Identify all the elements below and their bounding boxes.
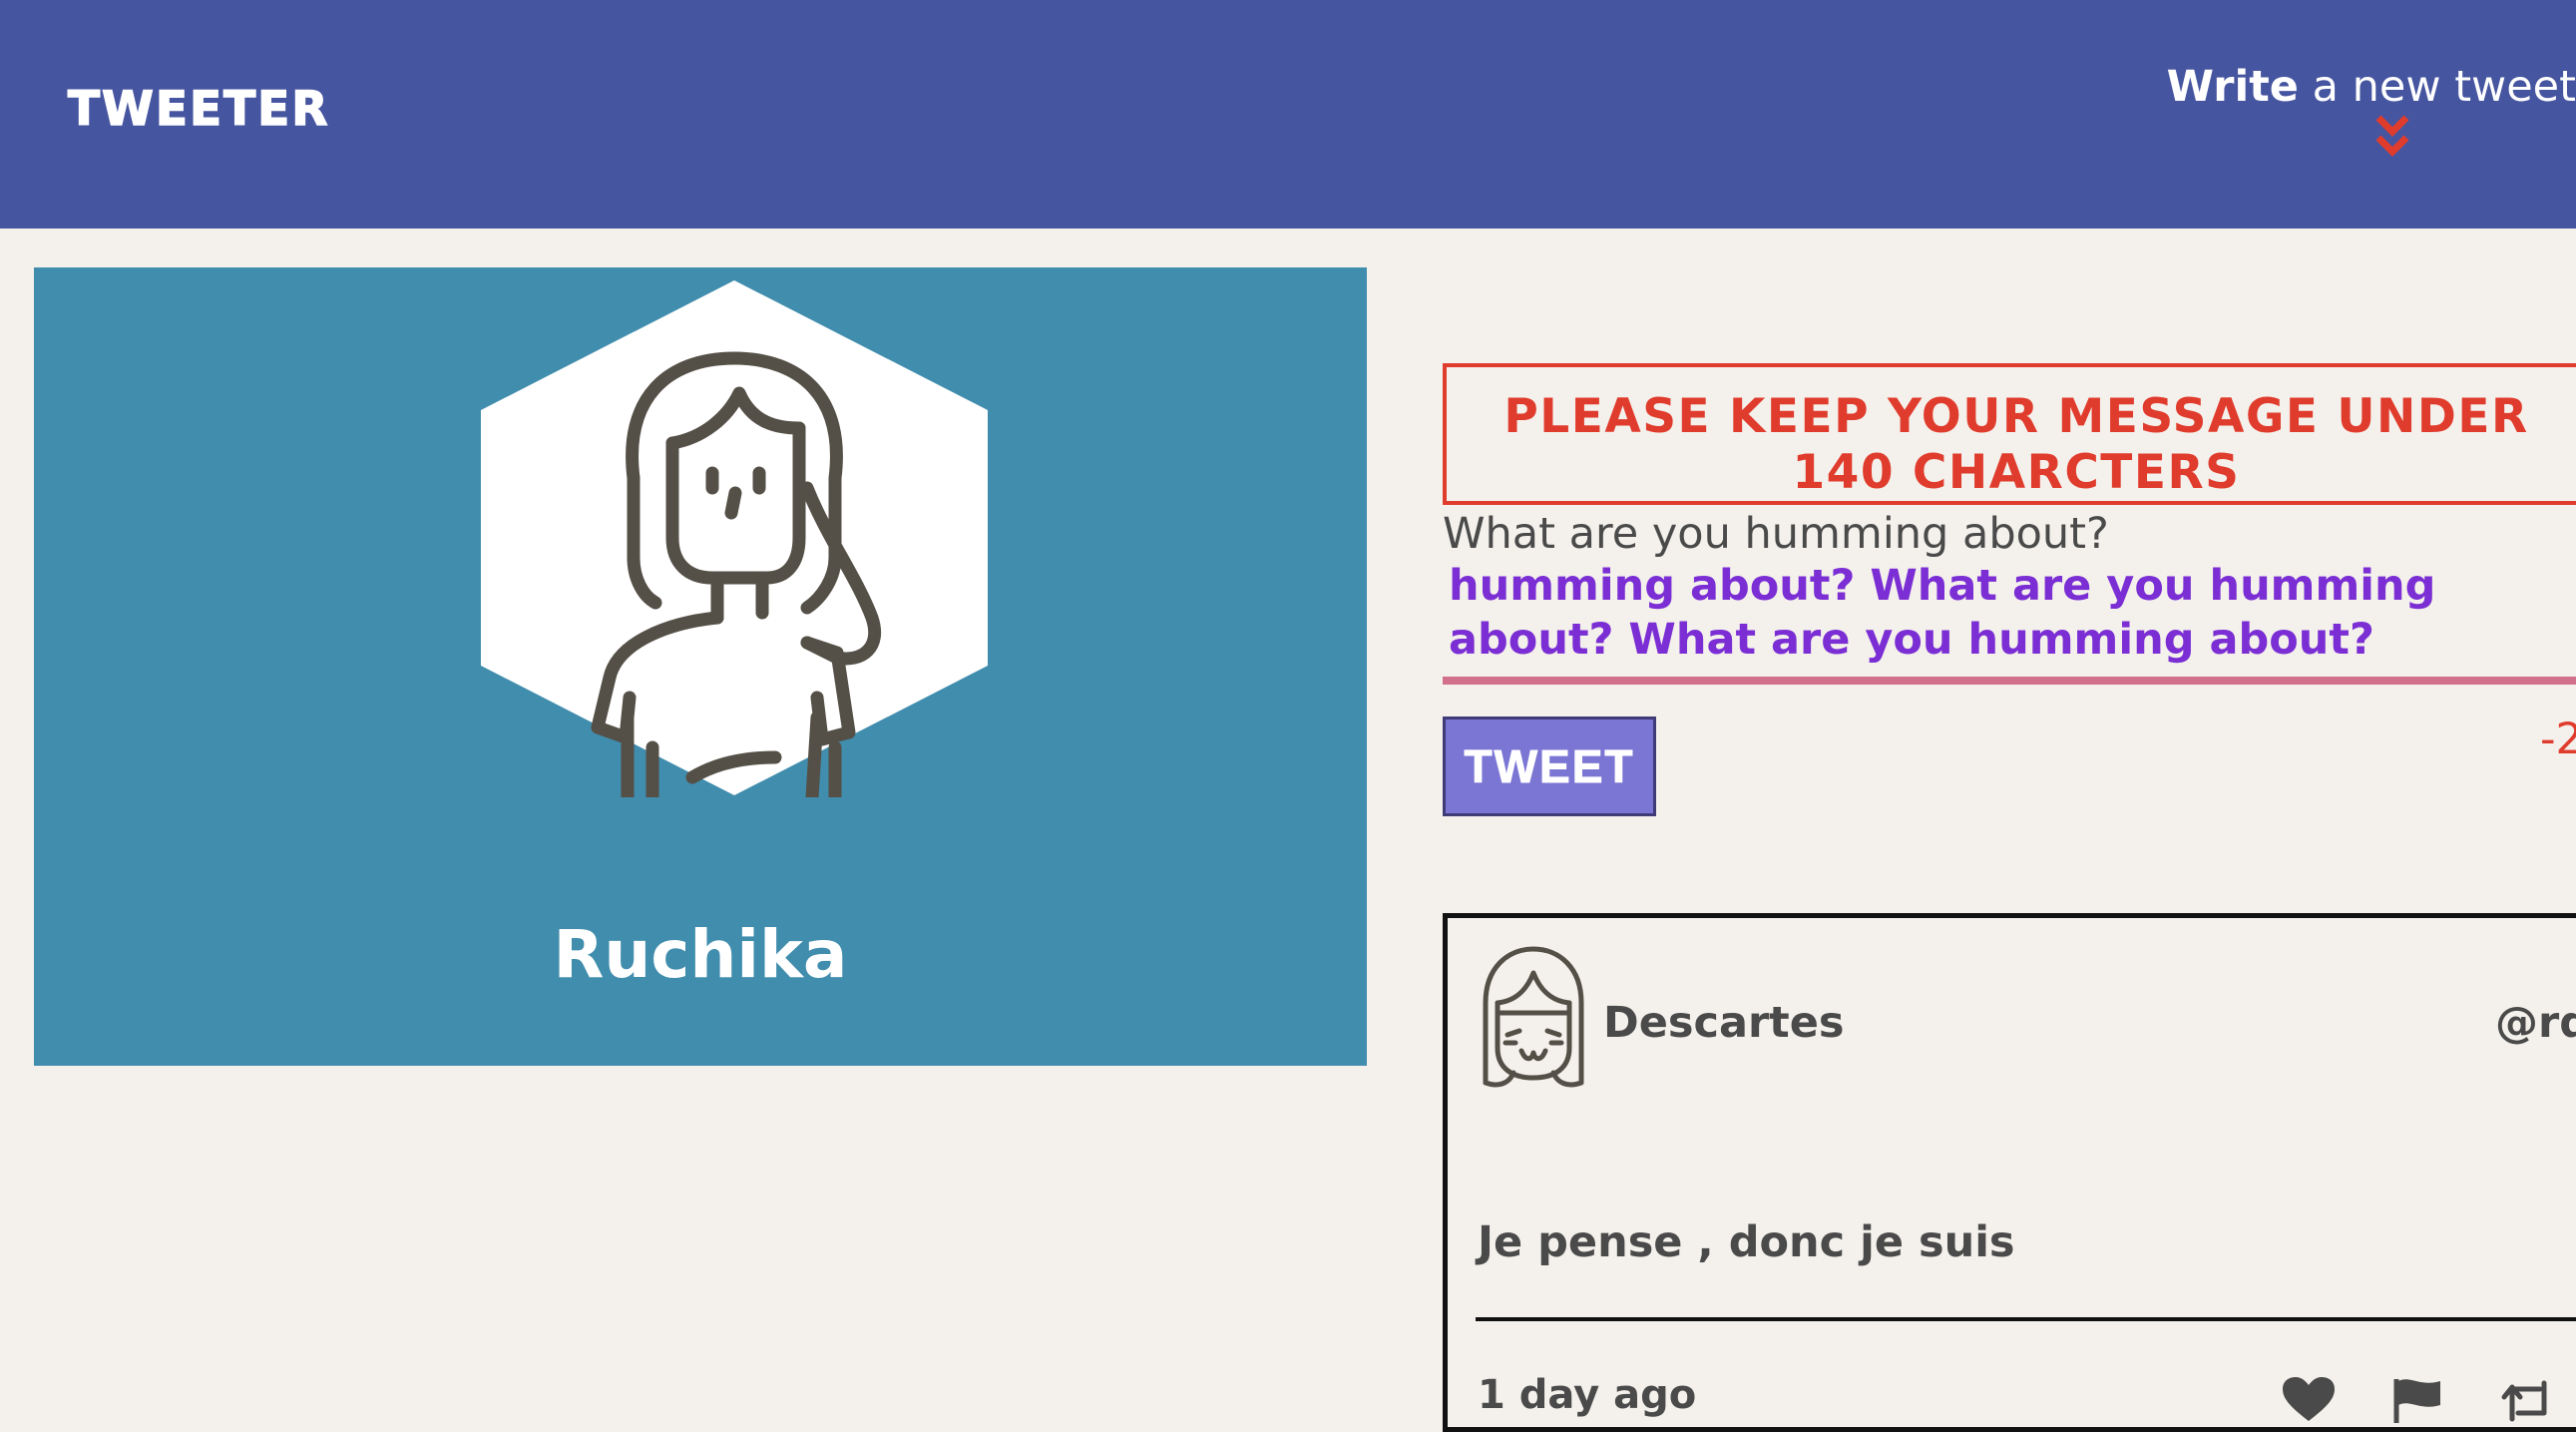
double-chevron-down-icon[interactable] (2370, 112, 2414, 162)
profile-card: Ruchika (34, 267, 1367, 1066)
profile-name: Ruchika (553, 916, 848, 993)
top-navbar: TWEETER Write a new tweet (0, 0, 2576, 229)
smiling-face-avatar-icon (1483, 946, 1584, 1088)
woman-avatar-icon (481, 280, 988, 797)
error-message: PLEASE KEEP YOUR MESSAGE UNDER 140 CHARC… (1443, 363, 2576, 505)
tweet-button[interactable]: TWEET (1443, 716, 1656, 816)
tweet-timestamp: 1 day ago (1478, 1372, 1697, 1418)
heart-icon[interactable] (2281, 1375, 2337, 1425)
tweet-author-handle: @rd (2495, 998, 2576, 1048)
tweet-author-name: Descartes (1603, 998, 1845, 1048)
write-new-tweet-toggle[interactable]: Write a new tweet (2167, 62, 2576, 112)
tweet-card: Descartes @rd Je pense , donc je suis 1 … (1443, 913, 2576, 1432)
write-label-rest: a new tweet (2298, 62, 2576, 112)
tweet-divider (1476, 1317, 2576, 1321)
tweet-textarea[interactable]: humming about? What are you humming abou… (1449, 559, 2576, 683)
compose-label: What are you humming about? (1443, 509, 2109, 559)
textarea-underline (1443, 677, 2576, 685)
tweet-content: Je pense , donc je suis (1478, 1217, 2015, 1267)
retweet-icon[interactable] (2500, 1375, 2556, 1425)
app-logo[interactable]: TWEETER (67, 81, 329, 138)
character-counter: -2 (2540, 715, 2576, 764)
write-label-bold: Write (2166, 62, 2299, 112)
flag-icon[interactable] (2390, 1375, 2446, 1425)
